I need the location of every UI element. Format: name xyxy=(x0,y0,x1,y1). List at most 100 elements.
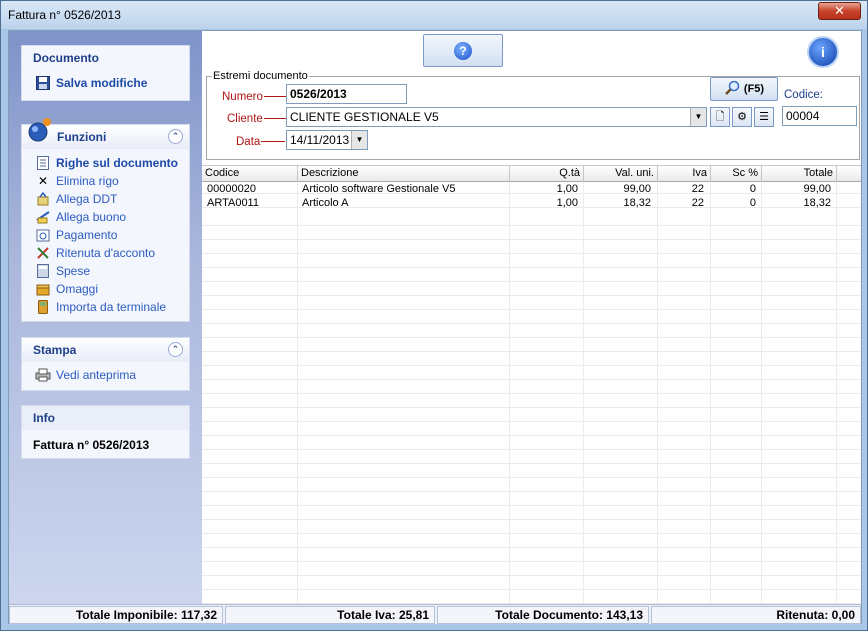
payment-icon xyxy=(35,227,51,243)
col-iva[interactable]: Iva xyxy=(658,166,711,182)
pagamento-label: Pagamento xyxy=(56,228,118,242)
panel-info: Info Fattura n° 0526/2013 xyxy=(21,405,190,459)
info-icon: i xyxy=(821,44,825,60)
data-value: 14/11/2013 xyxy=(290,133,350,147)
panel-funzioni: Funzioni ⌃ Righe sul documento ✕ Elimina… xyxy=(21,118,190,322)
allega-ddt-label: Allega DDT xyxy=(56,192,118,206)
magnifier-icon xyxy=(724,80,740,99)
cliente-value: CLIENTE GESTIONALE V5 xyxy=(290,110,439,124)
application-window: Fattura n° 0526/2013 ✕ Documento Salva m… xyxy=(0,0,868,631)
table-row[interactable]: ARTA0011 Articolo A 1,00 18,32 22 0 18,3… xyxy=(202,197,861,211)
client-properties-button[interactable]: ⚙ xyxy=(732,107,752,127)
col-totale[interactable]: Totale xyxy=(762,166,837,182)
numero-field[interactable]: 0526/2013 xyxy=(286,84,407,104)
panel-funzioni-header: Funzioni ⌃ xyxy=(22,118,189,149)
title-bar[interactable]: Fattura n° 0526/2013 ✕ xyxy=(1,1,867,29)
main-area: ? i Estremi documento Numero 0526/2013 C… xyxy=(202,31,861,604)
floppy-icon xyxy=(35,75,51,91)
collapse-funzioni-icon[interactable]: ⌃ xyxy=(168,129,183,144)
col-sconto[interactable]: Sc % xyxy=(711,166,762,182)
panel-stampa-title: Stampa xyxy=(33,343,77,357)
table-row[interactable]: 00000020 Articolo software Gestionale V5… xyxy=(202,183,861,197)
allega-buono-label: Allega buono xyxy=(56,210,127,224)
help-icon: ? xyxy=(454,41,472,60)
col-qta[interactable]: Q.tà xyxy=(510,166,584,182)
properties-icon: ⚙ xyxy=(737,111,747,123)
importa-terminale-label: Importa da terminale xyxy=(56,300,167,314)
cliente-label-text: Cliente xyxy=(227,113,263,125)
terminal-icon xyxy=(35,299,51,315)
elimina-rigo-link[interactable]: ✕ Elimina rigo xyxy=(22,172,189,190)
importa-terminale-link[interactable]: Importa da terminale xyxy=(22,298,189,316)
panel-funzioni-title: Funzioni xyxy=(57,130,107,144)
cliente-label: Cliente xyxy=(227,113,288,125)
spese-label: Spese xyxy=(56,264,91,278)
righe-grid[interactable]: Codice Descrizione Q.tà Val. uni. Iva Sc… xyxy=(202,165,861,604)
allega-ddt-link[interactable]: Allega DDT xyxy=(22,190,189,208)
data-label: Data xyxy=(236,136,286,148)
col-descrizione[interactable]: Descrizione xyxy=(298,166,510,182)
cell-sconto: 0 xyxy=(749,183,756,195)
help-button[interactable]: ? xyxy=(423,34,503,67)
panel-documento: Documento Salva modifiche xyxy=(21,45,190,101)
calculator-icon xyxy=(35,263,51,279)
totale-imponibile: Totale Imponibile: 117,32 xyxy=(9,606,223,624)
cell-descrizione: Articolo software Gestionale V5 xyxy=(302,183,456,195)
codice-field[interactable]: 00004 xyxy=(782,106,857,126)
numero-label-text: Numero xyxy=(222,91,263,103)
totale-documento: Totale Documento: 143,13 xyxy=(437,606,649,624)
cell-codice: 00000020 xyxy=(207,183,256,195)
panel-stampa: Stampa ⌃ Vedi anteprima xyxy=(21,337,190,391)
vedi-anteprima-link[interactable]: Vedi anteprima xyxy=(22,366,189,384)
cell-iva: 22 xyxy=(691,183,704,195)
ritenuta: Ritenuta: 0,00 xyxy=(651,606,861,624)
cell-descrizione: Articolo A xyxy=(302,197,349,209)
pagamento-link[interactable]: Pagamento xyxy=(22,226,189,244)
righe-documento-label: Righe sul documento xyxy=(56,156,179,170)
cliente-combo[interactable]: CLIENTE GESTIONALE V5 ▼ xyxy=(286,107,707,127)
totale-iva: Totale Iva: 25,81 xyxy=(225,606,435,624)
cell-qta: 1,00 xyxy=(556,197,578,209)
data-label-text: Data xyxy=(236,136,261,148)
printer-icon xyxy=(35,367,51,383)
omaggi-label: Omaggi xyxy=(56,282,99,296)
cell-totale: 99,00 xyxy=(803,183,831,195)
vedi-anteprima-label: Vedi anteprima xyxy=(56,368,137,382)
info-document-text: Fattura n° 0526/2013 xyxy=(33,438,150,452)
col-val-uni[interactable]: Val. uni. xyxy=(584,166,658,182)
cliente-dropdown-icon[interactable]: ▼ xyxy=(690,108,706,126)
numero-label: Numero xyxy=(222,91,288,103)
document-icon xyxy=(35,155,51,171)
panel-stampa-header: Stampa ⌃ xyxy=(22,338,189,362)
data-field[interactable]: 14/11/2013 ▼ xyxy=(286,130,368,150)
cell-totale: 18,32 xyxy=(803,197,831,209)
salva-modifiche-label: Salva modifiche xyxy=(56,76,148,90)
voucher-icon xyxy=(35,209,51,225)
salva-modifiche-link[interactable]: Salva modifiche xyxy=(22,74,189,92)
date-dropdown-icon[interactable]: ▼ xyxy=(351,131,367,149)
attach-icon xyxy=(35,191,51,207)
search-cliente-button[interactable]: (F5) xyxy=(710,77,778,101)
funzioni-icon xyxy=(26,116,54,147)
gift-icon xyxy=(35,281,51,297)
window-title: Fattura n° 0526/2013 xyxy=(8,8,121,22)
sidebar: Documento Salva modifiche Funzioni ⌃ Rig… xyxy=(9,31,202,604)
grid-header: Codice Descrizione Q.tà Val. uni. Iva Sc… xyxy=(202,166,861,182)
col-codice[interactable]: Codice xyxy=(202,166,298,182)
close-button[interactable]: ✕ xyxy=(818,2,861,20)
spese-link[interactable]: Spese xyxy=(22,262,189,280)
cell-sconto: 0 xyxy=(749,197,756,209)
ritenuta-acconto-link[interactable]: Ritenuta d'acconto xyxy=(22,244,189,262)
info-button[interactable]: i xyxy=(807,36,839,68)
search-f5-label: (F5) xyxy=(743,83,765,95)
collapse-stampa-icon[interactable]: ⌃ xyxy=(168,342,183,357)
ritenuta-acconto-label: Ritenuta d'acconto xyxy=(56,246,156,260)
client-list-button[interactable]: ☰ xyxy=(754,107,774,127)
cell-codice: ARTA0011 xyxy=(207,197,259,209)
allega-buono-link[interactable]: Allega buono xyxy=(22,208,189,226)
new-document-icon: 🗋 xyxy=(715,111,725,123)
list-icon: ☰ xyxy=(759,111,769,123)
new-document-button[interactable]: 🗋 xyxy=(710,107,730,127)
omaggi-link[interactable]: Omaggi xyxy=(22,280,189,298)
righe-documento-link[interactable]: Righe sul documento xyxy=(22,154,189,172)
